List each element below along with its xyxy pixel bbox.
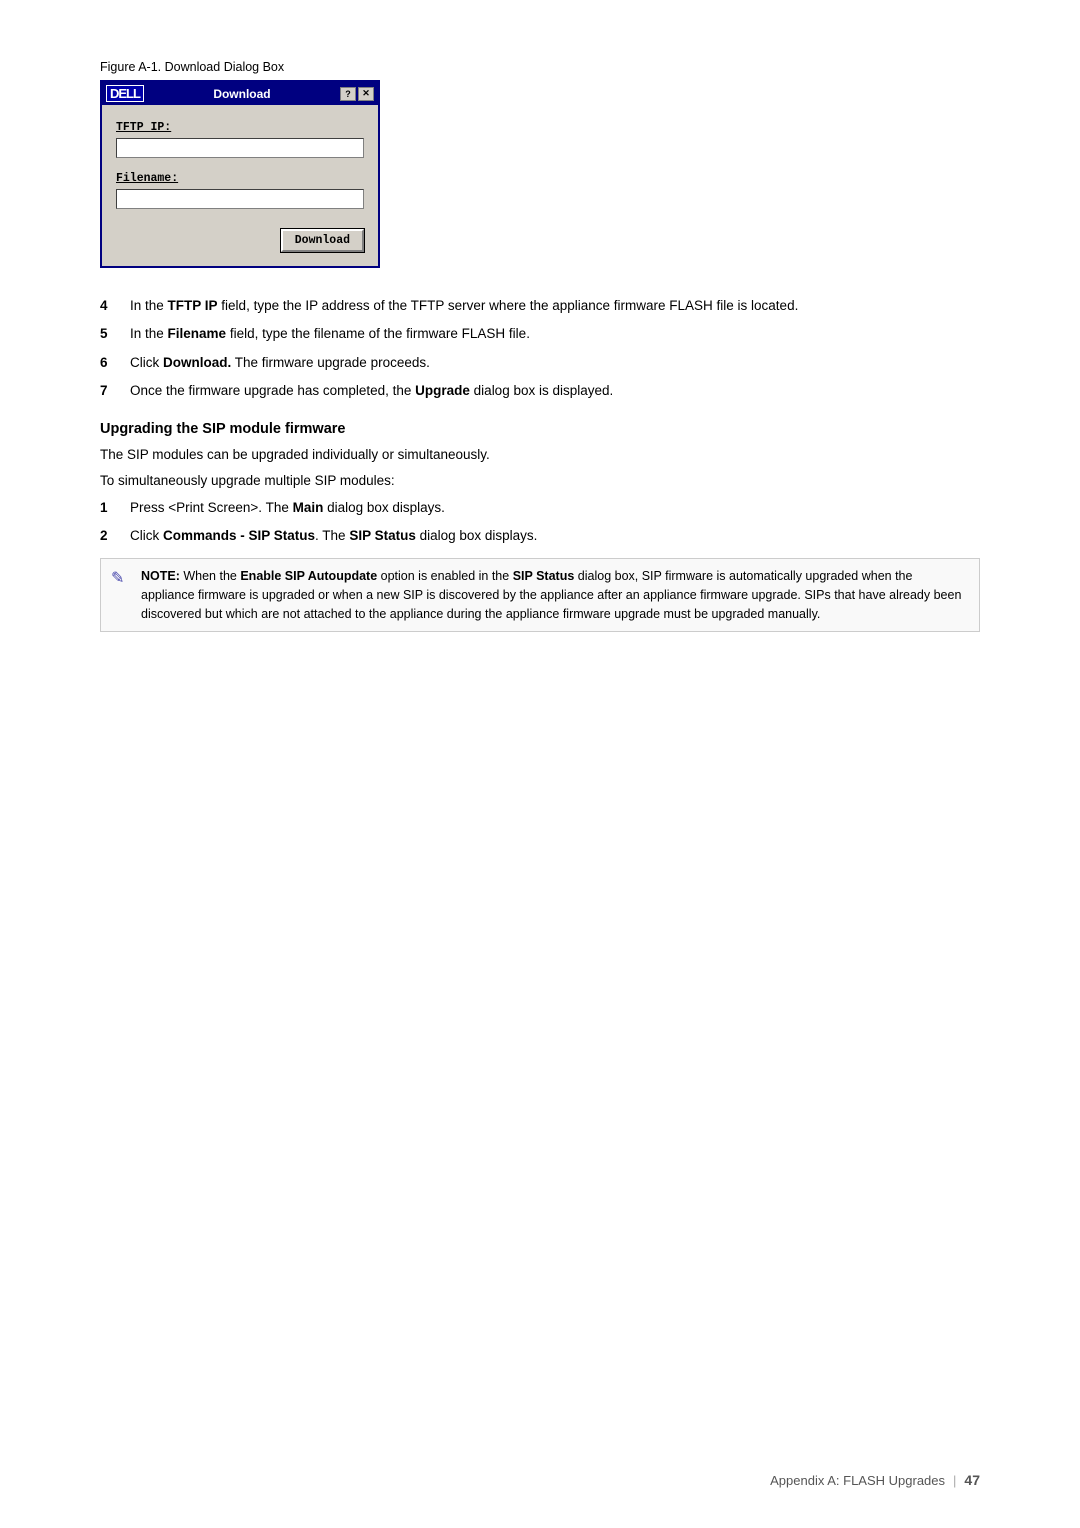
footer-appendix-text: Appendix A: FLASH Upgrades [770,1473,945,1488]
note-icon: ✎ [111,567,131,623]
footer-page-num: 47 [964,1472,980,1488]
figure-caption-text: Download Dialog Box [165,60,285,74]
dialog-title: Download [148,87,336,101]
step-6-num: 6 [100,353,130,373]
para-2: To simultaneously upgrade multiple SIP m… [100,471,980,491]
step-5-num: 5 [100,324,130,344]
filename-label: Filename: [116,172,364,185]
step-4-num: 4 [100,296,130,316]
steps-list-1: 4 In the TFTP IP field, type the IP addr… [100,296,980,401]
button-row: Download [116,229,364,252]
page-content: Figure A-1. Download Dialog Box DELL Dow… [100,60,980,632]
note-box: ✎ NOTE: When the Enable SIP Autoupdate o… [100,558,980,632]
dell-logo: DELL [106,85,144,102]
step-4: 4 In the TFTP IP field, type the IP addr… [100,296,980,316]
filename-input[interactable] [116,189,364,209]
dialog-controls: ? ✕ [340,87,374,101]
help-button[interactable]: ? [340,87,356,101]
step-2: 2 Click Commands - SIP Status. The SIP S… [100,526,980,546]
step-2-num: 2 [100,526,130,546]
step-6-text: Click Download. The firmware upgrade pro… [130,353,980,373]
footer-divider: | [953,1473,956,1488]
para-1: The SIP modules can be upgraded individu… [100,445,980,465]
note-text: NOTE: When the Enable SIP Autoupdate opt… [141,567,969,623]
step-7-text: Once the firmware upgrade has completed,… [130,381,980,401]
dialog-box: DELL Download ? ✕ TFTP IP: Filename: Dow… [100,80,380,268]
figure-caption: Figure A-1. Download Dialog Box [100,60,980,74]
step-4-text: In the TFTP IP field, type the IP addres… [130,296,980,316]
close-button[interactable]: ✕ [358,87,374,101]
step-5: 5 In the Filename field, type the filena… [100,324,980,344]
section-heading: Upgrading the SIP module firmware [100,421,980,437]
tftp-ip-label: TFTP IP: [116,121,364,134]
page-footer: Appendix A: FLASH Upgrades | 47 [770,1472,980,1488]
dialog-body: TFTP IP: Filename: Download [102,105,378,266]
step-5-text: In the Filename field, type the filename… [130,324,980,344]
dialog-titlebar: DELL Download ? ✕ [102,82,378,105]
tftp-ip-input[interactable] [116,138,364,158]
steps-list-2: 1 Press <Print Screen>. The Main dialog … [100,498,980,547]
note-label: NOTE: [141,569,183,583]
step-2-text: Click Commands - SIP Status. The SIP Sta… [130,526,980,546]
step-7-num: 7 [100,381,130,401]
download-button[interactable]: Download [281,229,364,252]
step-1-text: Press <Print Screen>. The Main dialog bo… [130,498,980,518]
step-7: 7 Once the firmware upgrade has complete… [100,381,980,401]
figure-caption-label: Figure A-1. [100,60,161,74]
note-body: When the Enable SIP Autoupdate option is… [141,569,961,621]
step-1: 1 Press <Print Screen>. The Main dialog … [100,498,980,518]
step-6: 6 Click Download. The firmware upgrade p… [100,353,980,373]
step-1-num: 1 [100,498,130,518]
